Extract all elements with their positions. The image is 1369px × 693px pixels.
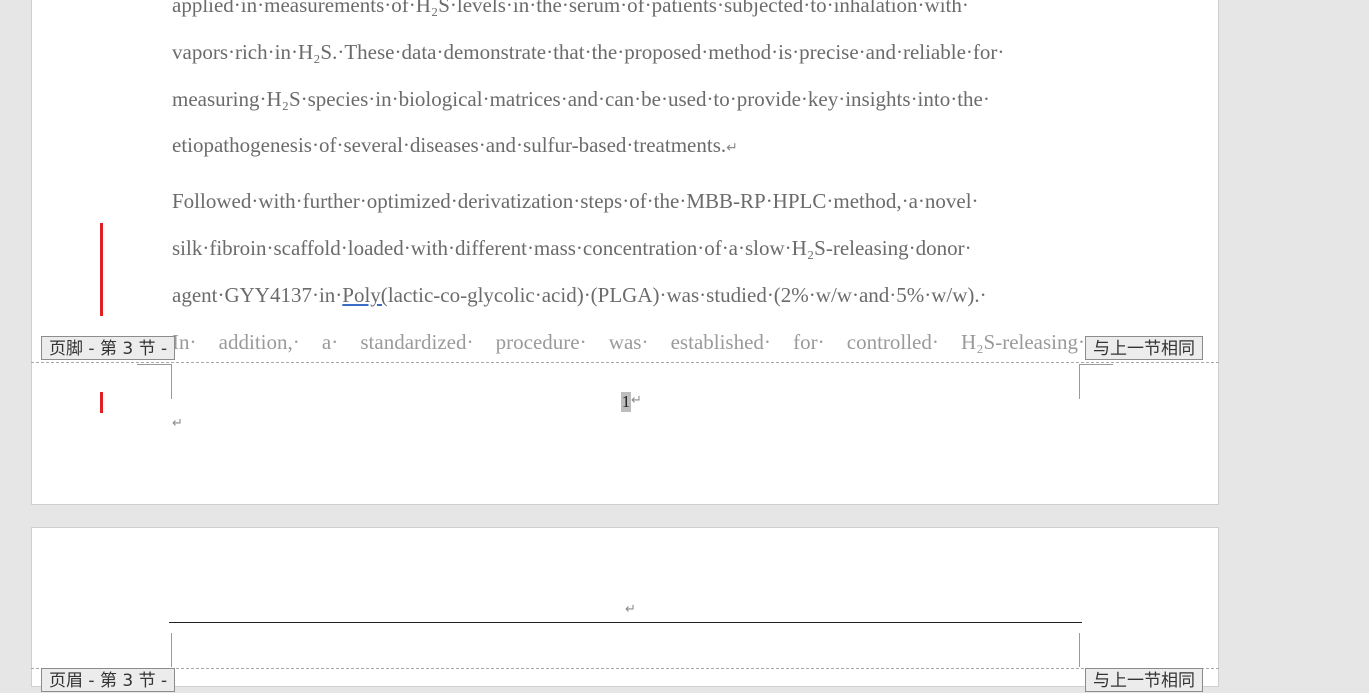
revision-change-bar (100, 392, 103, 413)
header-border-line (169, 622, 1082, 623)
crop-mark (1079, 364, 1113, 365)
crop-mark (137, 364, 171, 365)
body-text-span: lactic-co-glycolic·acid)·(PLGA)·was·stud… (387, 283, 987, 307)
same-as-previous-label[interactable]: 与上一节相同 (1085, 336, 1203, 360)
body-text-line[interactable]: Followed·with·further·optimized·derivati… (172, 187, 1085, 215)
page-number-field[interactable]: 1 (621, 392, 631, 412)
body-text-line[interactable]: vapors·rich·in·H₂S.·These·data·demonstra… (172, 38, 1085, 66)
body-text-span: agent·GYY4137·in· (172, 283, 343, 307)
paragraph-mark-icon: ↵ (625, 602, 636, 617)
revision-change-bar (100, 223, 103, 316)
spellcheck-underlined-word[interactable]: Poly( (342, 283, 388, 307)
paragraph-mark-icon: ↵ (726, 140, 738, 156)
body-text-line[interactable]: applied·in·measurements·of·H₂S·levels·in… (172, 0, 1085, 19)
body-text-line[interactable]: silk·fibroin·scaffold·loaded·with·differ… (172, 234, 1085, 262)
paragraph-mark-icon: ↵ (631, 393, 642, 408)
crop-mark (1079, 364, 1080, 399)
body-text-line[interactable]: measuring·H₂S·species·in·biological·matr… (172, 85, 1085, 113)
header-section-label[interactable]: 页眉 - 第 3 节 - (41, 668, 176, 692)
body-text-line[interactable]: etiopathogenesis·of·several·diseases·and… (172, 131, 1085, 162)
same-as-previous-label[interactable]: 与上一节相同 (1085, 668, 1203, 692)
crop-mark (1079, 633, 1080, 667)
body-text-line[interactable]: agent·GYY4137·in·Poly(lactic-co-glycolic… (172, 281, 1085, 309)
body-text-line[interactable]: In· addition,· a· standardized· procedur… (172, 328, 1085, 356)
paragraph-mark-icon: ↵ (172, 416, 183, 431)
crop-mark (171, 633, 172, 667)
footer-section-label[interactable]: 页脚 - 第 3 节 - (41, 336, 176, 360)
header-boundary-line (31, 668, 1219, 669)
body-text-span: etiopathogenesis·of·several·diseases·and… (172, 133, 727, 157)
footer-boundary-line (31, 362, 1219, 363)
crop-mark (171, 364, 172, 399)
